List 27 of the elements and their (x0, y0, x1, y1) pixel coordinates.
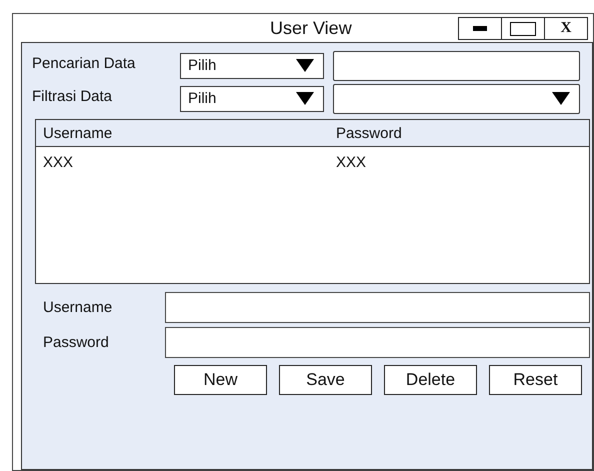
minimize-button[interactable] (458, 17, 502, 40)
close-button[interactable]: X (544, 17, 588, 40)
select-dropdown[interactable]: Pilih (180, 52, 324, 78)
field-label: Password (43, 334, 110, 351)
dropdown-arrow-icon (296, 59, 314, 72)
maximize-button[interactable] (501, 17, 545, 40)
dropdown-arrow-icon (552, 92, 570, 105)
input-field[interactable] (165, 292, 590, 323)
input-field[interactable] (165, 327, 590, 358)
minimize-icon (473, 26, 487, 31)
dropdown-arrow-icon (296, 92, 314, 105)
table-cell-text: XXX (334, 154, 367, 170)
filter-label: Filtrasi Data (32, 88, 114, 105)
column-header: Username (42, 124, 114, 142)
table-cell-text: XXX (42, 154, 74, 170)
action-button[interactable]: Reset (489, 365, 582, 395)
select-dropdown[interactable]: Pilih (180, 86, 324, 112)
action-button[interactable]: Save (279, 365, 372, 395)
field-label: Username (43, 299, 114, 316)
dropdown-field[interactable] (333, 84, 580, 114)
maximize-icon (510, 22, 536, 36)
action-button[interactable]: Delete (384, 365, 477, 395)
action-button[interactable]: New (174, 365, 267, 395)
filter-label: Pencarian Data (32, 55, 136, 72)
column-header: Password (334, 124, 403, 142)
window-title: User View (270, 18, 352, 39)
search-field[interactable] (333, 50, 580, 80)
